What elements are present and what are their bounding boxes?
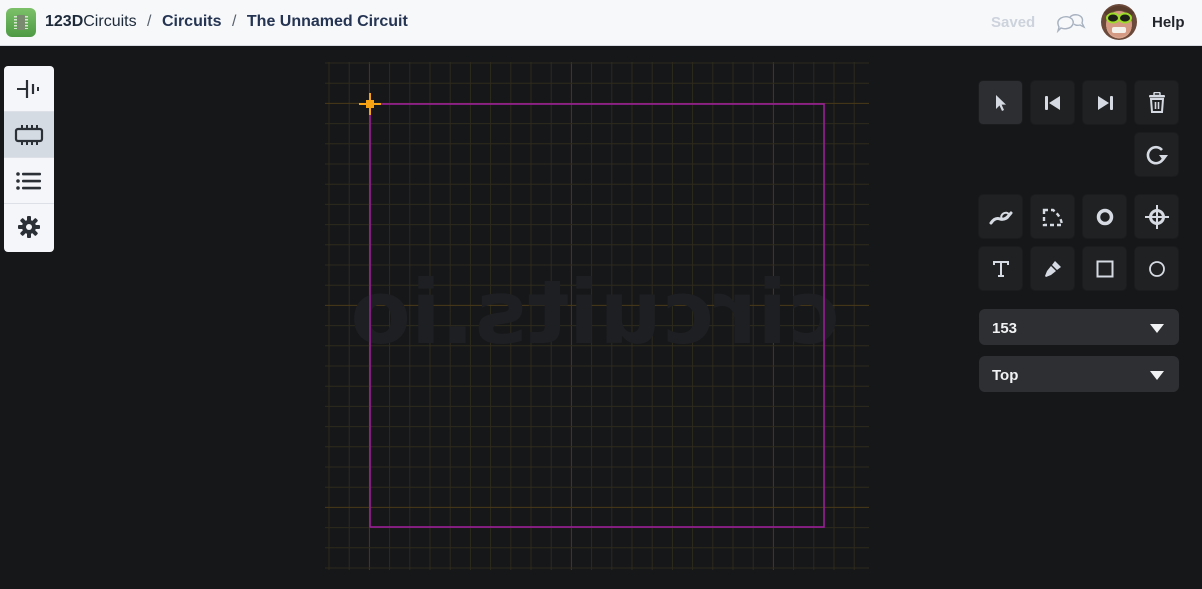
user-avatar[interactable] xyxy=(1101,4,1137,40)
left-toolbar xyxy=(4,66,54,252)
pcb-canvas[interactable]: circuits.io xyxy=(325,62,869,570)
chip-icon xyxy=(14,124,44,145)
chip-logo-icon[interactable] xyxy=(6,8,36,37)
layer-select[interactable]: Top xyxy=(979,356,1179,392)
next-button[interactable] xyxy=(1082,80,1127,125)
chevron-down-icon xyxy=(1150,371,1164,380)
drill-hole-tool-button[interactable] xyxy=(1134,194,1179,239)
dashed-outline-icon xyxy=(1042,208,1063,226)
help-link[interactable]: Help xyxy=(1152,14,1185,31)
brand-link[interactable]: 123DCircuits xyxy=(45,13,137,30)
via-tool-button[interactable] xyxy=(1082,194,1127,239)
trash-icon xyxy=(1148,91,1165,113)
settings-button[interactable] xyxy=(4,204,54,250)
grid-size-value: 153 xyxy=(992,320,1018,337)
skip-back-icon xyxy=(1044,95,1060,110)
circle-icon xyxy=(1148,260,1165,277)
text-tool-button[interactable] xyxy=(978,246,1023,291)
top-bar: 123DCircuits / Circuits / The Unnamed Ci… xyxy=(0,0,1202,46)
chevron-down-icon xyxy=(1150,324,1164,333)
rectangle-tool-button[interactable] xyxy=(1082,246,1127,291)
breadcrumb-separator: / xyxy=(231,13,237,30)
pcb-view-button[interactable] xyxy=(4,112,54,158)
rotate-button[interactable] xyxy=(1134,132,1179,177)
board-outline-tool-button[interactable] xyxy=(1030,194,1075,239)
circuit-title[interactable]: The Unnamed Circuit xyxy=(247,13,408,30)
gear-icon xyxy=(18,216,40,238)
crosshair-icon xyxy=(1144,204,1169,229)
pointer-icon xyxy=(995,94,1006,111)
battery-symbol-icon xyxy=(17,79,39,98)
text-icon xyxy=(992,260,1009,277)
trace-tool-button[interactable] xyxy=(978,194,1023,239)
pen-tool-button[interactable] xyxy=(1030,246,1075,291)
square-icon xyxy=(1096,260,1113,277)
comments-icon[interactable] xyxy=(1055,12,1087,34)
components-list-button[interactable] xyxy=(4,158,54,204)
layer-value: Top xyxy=(992,367,1019,384)
trace-icon xyxy=(989,211,1012,224)
origin-marker[interactable] xyxy=(359,93,381,115)
circle-tool-button[interactable] xyxy=(1134,246,1179,291)
list-icon xyxy=(16,171,41,190)
select-tool-button[interactable] xyxy=(978,80,1023,125)
grid-size-select[interactable]: 153 xyxy=(979,309,1179,345)
breadcrumb: 123DCircuits / Circuits / The Unnamed Ci… xyxy=(45,13,408,31)
breadcrumb-circuits[interactable]: Circuits xyxy=(162,13,222,30)
via-ring-icon xyxy=(1096,208,1113,225)
watermark: circuits.io xyxy=(350,261,839,364)
avatar-image xyxy=(1103,6,1135,37)
pen-icon xyxy=(1044,260,1061,277)
breadcrumb-separator: / xyxy=(147,13,152,30)
previous-button[interactable] xyxy=(1030,80,1075,125)
skip-forward-icon xyxy=(1097,95,1113,110)
save-status: Saved xyxy=(991,14,1036,31)
schematic-view-button[interactable] xyxy=(4,66,54,112)
rotate-icon xyxy=(1146,145,1168,165)
delete-button[interactable] xyxy=(1134,80,1179,125)
